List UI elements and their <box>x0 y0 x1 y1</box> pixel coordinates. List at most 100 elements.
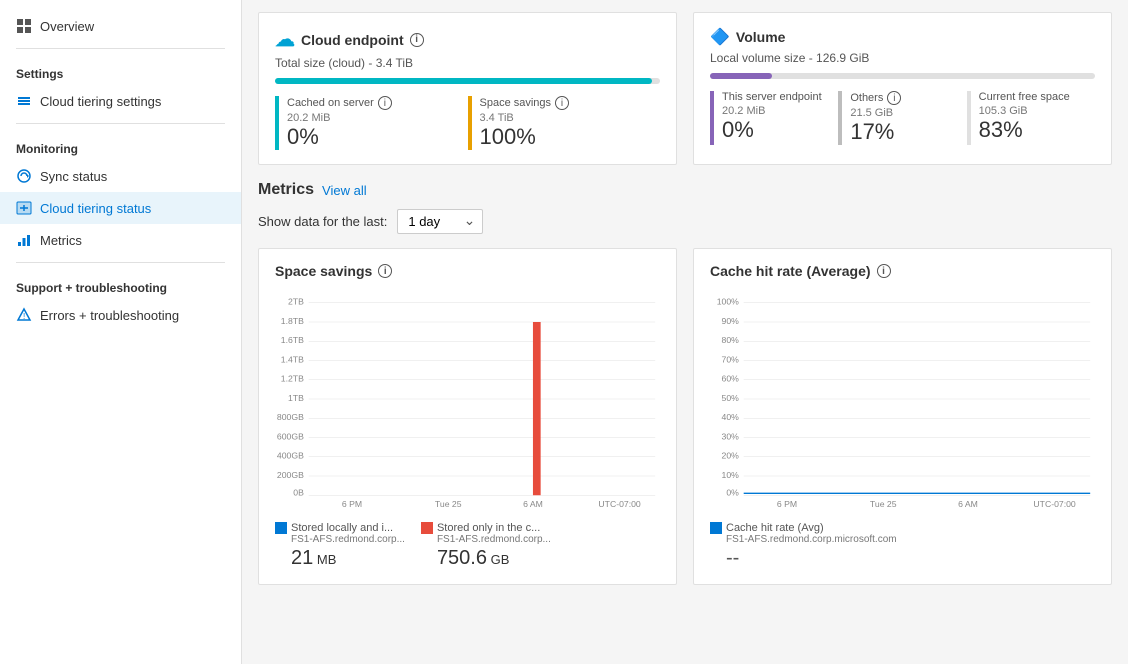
svg-text:90%: 90% <box>722 316 740 326</box>
divider-1 <box>16 48 225 49</box>
legend-local: Stored locally and i... FS1-AFS.redmond.… <box>275 522 405 570</box>
legend-cache: Cache hit rate (Avg) FS1-AFS.redmond.cor… <box>710 522 897 570</box>
this-server-value: 20.2 MiB <box>722 105 830 117</box>
svg-text:20%: 20% <box>722 451 740 461</box>
svg-text:0B: 0B <box>293 487 304 497</box>
svg-text:2TB: 2TB <box>288 297 304 307</box>
cloud-endpoint-subtitle: Total size (cloud) - 3.4 TiB <box>275 56 660 70</box>
svg-text:Tue 25: Tue 25 <box>435 499 462 509</box>
cache-hit-chart-area: 100% 90% 80% 70% 60% 50% 40% 30% 20% 10%… <box>710 289 1095 512</box>
cloud-endpoint-info-icon[interactable]: i <box>410 33 424 47</box>
sidebar-item-cloud-tiering-settings[interactable]: Cloud tiering settings <box>0 85 241 117</box>
cloud-endpoint-metrics: Cached on server i 20.2 MiB 0% Space sav… <box>275 96 660 150</box>
volume-progress-fill <box>710 73 772 79</box>
this-server-label: This server endpoint <box>722 91 822 103</box>
svg-text:6 AM: 6 AM <box>958 499 978 509</box>
cached-pct: 0% <box>287 124 460 150</box>
svg-text:1.4TB: 1.4TB <box>281 354 304 364</box>
svg-text:600GB: 600GB <box>277 431 304 441</box>
space-savings-title: Space savings i <box>275 263 660 279</box>
legend-cache-sub: FS1-AFS.redmond.corp.microsoft.com <box>726 534 897 545</box>
cache-hit-chart-card: Cache hit rate (Average) i 100% 90% 80% … <box>693 248 1112 585</box>
sidebar-item-errors[interactable]: ! Errors + troubleshooting <box>0 299 241 331</box>
space-savings-info-icon[interactable]: i <box>378 264 392 278</box>
savings-value: 3.4 TiB <box>480 112 653 124</box>
sidebar-item-overview[interactable]: Overview <box>0 10 241 42</box>
legend-cloud-sub: FS1-AFS.redmond.corp... <box>437 534 551 545</box>
volume-title: 🔷 Volume <box>710 27 1095 47</box>
this-server-pct: 0% <box>722 117 830 143</box>
top-cards-row: ☁ Cloud endpoint i Total size (cloud) - … <box>258 12 1112 165</box>
cloud-tiering-settings-label: Cloud tiering settings <box>40 94 161 109</box>
free-space-label: Current free space <box>979 91 1070 103</box>
dropdown-wrapper: 1 day 1 hour 6 hours 7 days 30 days <box>397 209 483 234</box>
time-range-dropdown[interactable]: 1 day 1 hour 6 hours 7 days 30 days <box>397 209 483 234</box>
svg-text:6 AM: 6 AM <box>523 499 543 509</box>
legend-cloud-value: 750.6 GB <box>437 547 551 570</box>
this-server-metric: This server endpoint 20.2 MiB 0% <box>710 91 838 145</box>
svg-text:1.2TB: 1.2TB <box>281 374 304 384</box>
svg-text:80%: 80% <box>722 335 740 345</box>
others-info-icon[interactable]: i <box>887 91 901 105</box>
svg-text:40%: 40% <box>722 412 740 422</box>
space-savings-chart-area: 2TB 1.8TB 1.6TB 1.4TB 1.2TB 1TB 800GB 60… <box>275 289 660 512</box>
cache-hit-legend: Cache hit rate (Avg) FS1-AFS.redmond.cor… <box>710 522 1095 570</box>
sidebar-overview-label: Overview <box>40 19 94 34</box>
svg-text:6 PM: 6 PM <box>777 499 797 509</box>
volume-icon: 🔷 <box>710 27 730 47</box>
cloud-tiering-status-icon <box>16 200 32 216</box>
legend-cache-label: Cache hit rate (Avg) <box>726 522 824 534</box>
savings-metric: Space savings i 3.4 TiB 100% <box>468 96 661 150</box>
overview-icon <box>16 18 32 34</box>
cached-info-icon[interactable]: i <box>378 96 392 110</box>
legend-local-label: Stored locally and i... <box>291 522 393 534</box>
sidebar-item-sync-status[interactable]: Sync status <box>0 160 241 192</box>
cloud-tiering-status-label: Cloud tiering status <box>40 201 151 216</box>
volume-progress-bar <box>710 73 1095 79</box>
divider-2 <box>16 123 225 124</box>
cloud-endpoint-title: ☁ Cloud endpoint i <box>275 27 660 52</box>
sync-status-label: Sync status <box>40 169 107 184</box>
svg-text:0%: 0% <box>726 487 739 497</box>
space-savings-svg: 2TB 1.8TB 1.6TB 1.4TB 1.2TB 1TB 800GB 60… <box>275 289 660 509</box>
sync-status-icon <box>16 168 32 184</box>
legend-cloud-color <box>421 522 433 534</box>
legend-local-color <box>275 522 287 534</box>
show-data-row: Show data for the last: 1 day 1 hour 6 h… <box>258 209 1112 234</box>
svg-text:800GB: 800GB <box>277 412 304 422</box>
sidebar-item-metrics[interactable]: Metrics <box>0 224 241 256</box>
legend-local-value: 21 MB <box>291 547 405 570</box>
cache-hit-svg: 100% 90% 80% 70% 60% 50% 40% 30% 20% 10%… <box>710 289 1095 509</box>
svg-text:400GB: 400GB <box>277 451 304 461</box>
cached-metric: Cached on server i 20.2 MiB 0% <box>275 96 468 150</box>
others-metric: Others i 21.5 GiB 17% <box>838 91 966 145</box>
main-content: ☁ Cloud endpoint i Total size (cloud) - … <box>242 0 1128 664</box>
svg-text:10%: 10% <box>722 470 740 480</box>
sidebar-item-cloud-tiering-status[interactable]: Cloud tiering status <box>0 192 241 224</box>
space-savings-chart-card: Space savings i 2TB 1.8TB 1.6TB 1.4TB 1.… <box>258 248 677 585</box>
svg-text:30%: 30% <box>722 431 740 441</box>
errors-label: Errors + troubleshooting <box>40 308 179 323</box>
free-space-value: 105.3 GiB <box>979 105 1087 117</box>
svg-text:1.6TB: 1.6TB <box>281 335 304 345</box>
legend-cloud: Stored only in the c... FS1-AFS.redmond.… <box>421 522 551 570</box>
cache-hit-info-icon[interactable]: i <box>877 264 891 278</box>
savings-info-icon[interactable]: i <box>555 96 569 110</box>
svg-text:UTC-07:00: UTC-07:00 <box>598 499 641 509</box>
space-savings-legend: Stored locally and i... FS1-AFS.redmond.… <box>275 522 660 570</box>
sidebar: Overview Settings Cloud tiering settings… <box>0 0 242 664</box>
metrics-section-header: Metrics View all <box>258 181 1112 199</box>
cloud-endpoint-card: ☁ Cloud endpoint i Total size (cloud) - … <box>258 12 677 165</box>
legend-cache-color <box>710 522 722 534</box>
legend-cache-value: -- <box>726 547 897 570</box>
cached-label: Cached on server <box>287 97 374 109</box>
others-pct: 17% <box>850 119 958 145</box>
svg-text:200GB: 200GB <box>277 470 304 480</box>
cloud-endpoint-progress-bar <box>275 78 660 84</box>
show-data-label: Show data for the last: <box>258 214 387 229</box>
view-all-link[interactable]: View all <box>322 183 367 198</box>
svg-text:Tue 25: Tue 25 <box>870 499 897 509</box>
svg-text:6 PM: 6 PM <box>342 499 362 509</box>
svg-text:100%: 100% <box>717 297 739 307</box>
volume-metrics: This server endpoint 20.2 MiB 0% Others … <box>710 91 1095 145</box>
